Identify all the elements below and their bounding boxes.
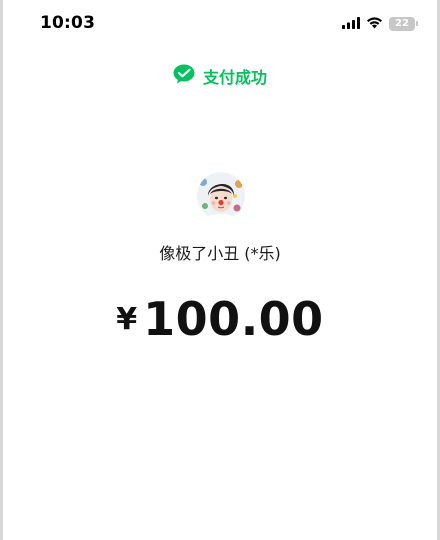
- avatar[interactable]: [197, 172, 245, 220]
- payee-name: 像极了小丑 (*乐): [159, 244, 281, 263]
- wechat-pay-icon: [173, 64, 195, 88]
- battery-level: 22: [395, 17, 409, 29]
- battery-nub: [416, 21, 418, 26]
- status-time: 10:03: [40, 13, 96, 33]
- amount-value: 100.00: [143, 292, 324, 346]
- status-icons: 22: [342, 14, 418, 33]
- page-title: 支付成功: [202, 68, 267, 87]
- signal-icon: [342, 14, 360, 33]
- battery-body: 22: [389, 16, 415, 31]
- battery-icon: 22: [389, 16, 418, 31]
- currency-symbol: ¥: [116, 302, 138, 337]
- payment-amount: ¥ 100.00: [0, 292, 440, 346]
- header: 支付成功: [0, 64, 440, 88]
- payment-success-screen: 10:03 22 支付成功 像极了小丑 (*乐) ¥ 100.00: [0, 0, 440, 540]
- status-bar: 10:03 22: [0, 0, 440, 48]
- wifi-icon: [366, 14, 383, 33]
